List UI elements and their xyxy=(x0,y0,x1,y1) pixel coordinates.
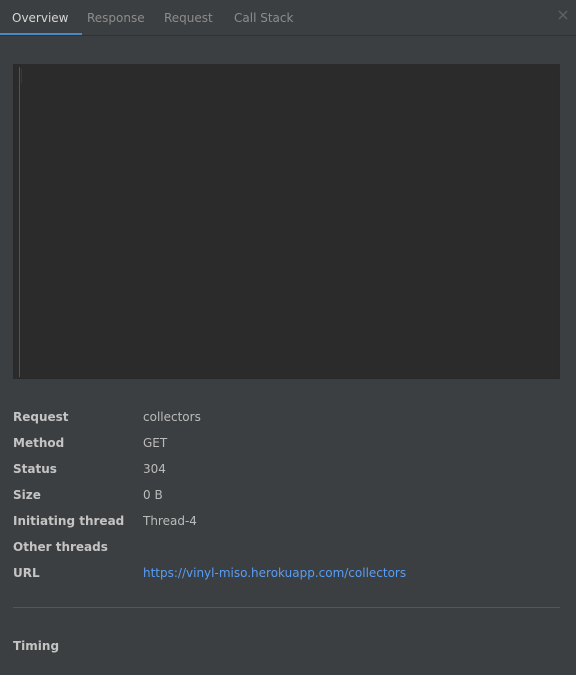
initiating-thread-value: Thread-4 xyxy=(143,514,197,528)
request-details: Request collectors Method GET Status 304… xyxy=(13,406,560,588)
detail-row-request: Request collectors xyxy=(13,406,560,432)
section-divider xyxy=(13,607,560,608)
request-body-editor[interactable] xyxy=(13,64,560,379)
url-link[interactable]: https://vinyl-miso.herokuapp.com/collect… xyxy=(143,562,406,584)
tab-request-label: Request xyxy=(164,11,213,25)
url-label: URL xyxy=(13,566,40,580)
editor-gutter-line xyxy=(19,67,20,377)
size-label: Size xyxy=(13,488,41,502)
detail-row-size: Size 0 B xyxy=(13,484,560,510)
tab-bar: Overview Response Request Call Stack xyxy=(0,0,576,36)
request-label: Request xyxy=(13,410,69,424)
detail-row-url: URL https://vinyl-miso.herokuapp.com/col… xyxy=(13,562,560,588)
close-button[interactable] xyxy=(556,8,570,22)
detail-row-other-threads: Other threads xyxy=(13,536,560,562)
tab-request[interactable]: Request xyxy=(164,0,213,35)
editor-caret xyxy=(21,69,22,83)
tab-overview[interactable]: Overview xyxy=(0,0,82,35)
status-label: Status xyxy=(13,462,57,476)
timing-section-title[interactable]: Timing xyxy=(13,636,59,656)
tab-response-label: Response xyxy=(87,11,145,25)
active-tab-indicator xyxy=(0,33,82,35)
initiating-thread-label: Initiating thread xyxy=(13,514,125,528)
detail-row-method: Method GET xyxy=(13,432,560,458)
method-value: GET xyxy=(143,436,168,450)
tab-response[interactable]: Response xyxy=(87,0,145,35)
tab-call-stack-label: Call Stack xyxy=(234,11,294,25)
status-value: 304 xyxy=(143,462,166,476)
detail-row-initiating-thread: Initiating thread Thread-4 xyxy=(13,510,560,536)
other-threads-label: Other threads xyxy=(13,540,108,554)
method-label: Method xyxy=(13,436,65,450)
tab-overview-label: Overview xyxy=(12,11,69,25)
tab-call-stack[interactable]: Call Stack xyxy=(234,0,293,35)
close-icon xyxy=(558,10,568,20)
detail-row-status: Status 304 xyxy=(13,458,560,484)
size-value: 0 B xyxy=(143,488,163,502)
request-value: collectors xyxy=(143,410,201,424)
